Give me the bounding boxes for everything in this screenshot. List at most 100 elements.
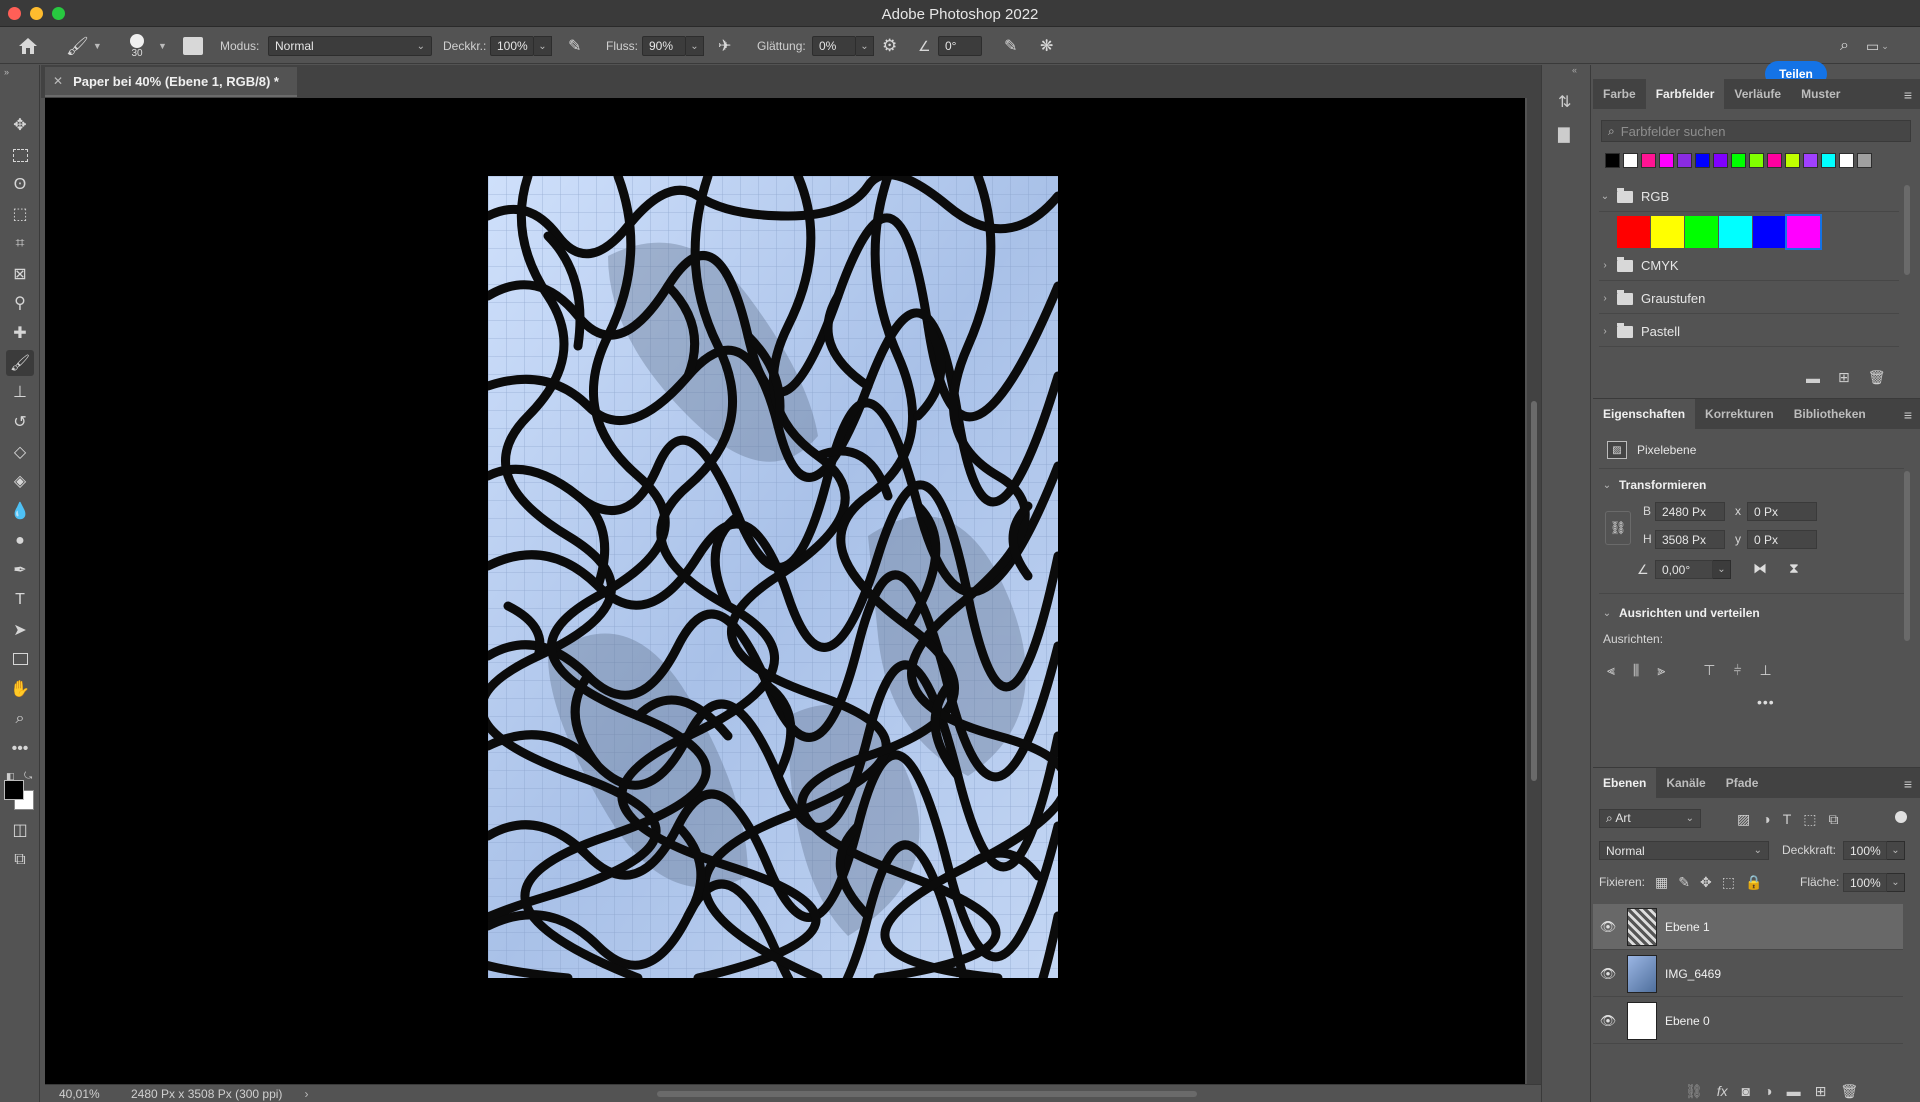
tab-korrekturen[interactable]: Korrekturen: [1695, 399, 1784, 429]
collapse-panels-icon[interactable]: «: [1572, 65, 1577, 75]
flow-input[interactable]: 90%: [642, 36, 686, 56]
marquee-tool-icon[interactable]: [6, 142, 34, 168]
new-swatch-icon[interactable]: ⊞: [1838, 369, 1850, 386]
symmetry-icon[interactable]: ❋: [1040, 36, 1053, 56]
color-swatch[interactable]: [1785, 153, 1800, 168]
comments-icon[interactable]: ▇: [1558, 125, 1570, 143]
tool-preset-picker[interactable]: 🖌 ▼: [66, 28, 102, 64]
align-section-header[interactable]: ⌄ Ausrichten und verteilen: [1601, 603, 1760, 623]
smoothing-dropdown[interactable]: ⌄: [856, 36, 874, 56]
layer-row-ebene-1[interactable]: 👁 Ebene 1: [1593, 904, 1903, 950]
align-center-horizontal-icon[interactable]: ⫼: [1633, 662, 1639, 679]
color-swatch[interactable]: [1623, 153, 1638, 168]
tab-muster[interactable]: Muster: [1791, 79, 1850, 109]
swatches-scrollbar[interactable]: [1904, 185, 1910, 275]
paint-bucket-tool-icon[interactable]: ◈: [6, 468, 34, 494]
rotation-dropdown[interactable]: ⌄: [1713, 560, 1731, 579]
tab-ebenen[interactable]: Ebenen: [1593, 768, 1657, 798]
opacity-dropdown[interactable]: ⌄: [534, 36, 552, 56]
pen-tool-icon[interactable]: ✒: [6, 557, 34, 583]
color-swatch[interactable]: [1677, 153, 1692, 168]
smoothing-input[interactable]: 0%: [812, 36, 856, 56]
more-options-icon[interactable]: •••: [1757, 694, 1775, 710]
filter-adjustment-icon[interactable]: ◑: [1762, 811, 1770, 827]
y-input[interactable]: 0 Px: [1747, 530, 1817, 549]
fill-input[interactable]: 100%: [1843, 873, 1887, 892]
swatch-group-graustufen[interactable]: › Graustufen: [1599, 284, 1899, 314]
lock-pixels-icon[interactable]: ✎: [1678, 874, 1690, 891]
screen-mode-icon[interactable]: ⧉: [6, 847, 34, 873]
filter-smart-object-icon[interactable]: ⧉: [1829, 811, 1839, 828]
add-mask-icon[interactable]: ◙: [1742, 1083, 1750, 1099]
flow-dropdown[interactable]: ⌄: [686, 36, 704, 56]
tab-kanaele[interactable]: Kanäle: [1656, 768, 1715, 798]
hand-tool-icon[interactable]: ✋: [6, 676, 34, 702]
eraser-tool-icon[interactable]: ◇: [6, 439, 34, 465]
swap-colors-icon[interactable]: ⤿: [24, 771, 32, 782]
swatch-group-rgb[interactable]: ⌄ RGB: [1599, 182, 1899, 212]
horizontal-scroll-thumb[interactable]: [657, 1091, 1197, 1097]
swatch-group-pastell[interactable]: › Pastell: [1599, 317, 1899, 347]
rectangle-tool-icon[interactable]: [6, 646, 34, 672]
search-icon[interactable]: ⌕: [1840, 37, 1849, 55]
lock-artboard-icon[interactable]: ⬚: [1722, 874, 1735, 891]
document-tab[interactable]: ✕ Paper bei 40% (Ebene 1, RGB/8) *: [45, 67, 297, 97]
mode-select[interactable]: Normal ⌄: [268, 36, 432, 56]
trash-icon[interactable]: 🗑: [1868, 369, 1886, 386]
canvas-area[interactable]: [45, 98, 1525, 1084]
blend-mode-select[interactable]: Normal ⌄: [1599, 841, 1769, 860]
new-group-folder-icon[interactable]: ▬: [1806, 370, 1820, 386]
path-selection-tool-icon[interactable]: ➤: [6, 617, 34, 643]
flip-horizontal-icon[interactable]: ⧓: [1753, 560, 1767, 577]
expand-toolbar-icon[interactable]: »: [4, 67, 9, 77]
filter-toggle-icon[interactable]: [1895, 811, 1907, 823]
color-swatch[interactable]: [1731, 153, 1746, 168]
color-swatch[interactable]: [1821, 153, 1836, 168]
align-middle-vertical-icon[interactable]: ⫩: [1733, 662, 1741, 679]
healing-brush-tool-icon[interactable]: ✚: [6, 320, 34, 346]
align-bottom-icon[interactable]: ⊥: [1760, 662, 1772, 679]
document-artwork[interactable]: [488, 176, 1058, 978]
fill-dropdown[interactable]: ⌄: [1887, 873, 1905, 892]
height-input[interactable]: 3508 Px: [1655, 530, 1725, 549]
flip-vertical-icon[interactable]: ⧗: [1789, 560, 1799, 577]
align-left-icon[interactable]: ⫷: [1607, 662, 1615, 679]
tab-farbfelder[interactable]: Farbfelder: [1645, 79, 1725, 109]
color-swatch[interactable]: [1713, 153, 1728, 168]
color-swatch[interactable]: [1857, 153, 1872, 168]
history-brush-tool-icon[interactable]: ↺: [6, 409, 34, 435]
brush-tool-icon[interactable]: 🖌: [6, 350, 34, 376]
brush-angle-input[interactable]: 0°: [938, 36, 982, 56]
gear-icon[interactable]: ⚙: [882, 36, 897, 56]
airbrush-icon[interactable]: ✈: [718, 36, 731, 56]
width-input[interactable]: 2480 Px: [1655, 502, 1725, 521]
more-tools-icon[interactable]: •••: [6, 736, 34, 762]
panel-menu-icon[interactable]: ≡: [1904, 407, 1912, 423]
layer-filter-select[interactable]: ⌕ Art ⌄: [1599, 809, 1701, 828]
foreground-color-swatch[interactable]: [4, 780, 24, 800]
rgb-color-swatch[interactable]: [1651, 216, 1684, 248]
lock-position-icon[interactable]: ✥: [1700, 874, 1712, 891]
new-group-folder-icon[interactable]: ▬: [1787, 1083, 1801, 1099]
color-swatch[interactable]: [1749, 153, 1764, 168]
canvas-vertical-scrollbar[interactable]: [1527, 98, 1541, 1084]
x-input[interactable]: 0 Px: [1747, 502, 1817, 521]
swatch-group-cmyk[interactable]: › CMYK: [1599, 251, 1899, 281]
brush-settings-toggle[interactable]: [183, 28, 203, 64]
type-tool-icon[interactable]: T: [6, 587, 34, 613]
rgb-color-swatch[interactable]: [1719, 216, 1752, 248]
clone-stamp-tool-icon[interactable]: ⊥: [6, 379, 34, 405]
rotation-input[interactable]: 0,00°: [1655, 560, 1713, 579]
lasso-tool-icon[interactable]: ʘ: [6, 172, 34, 198]
layer-opacity-dropdown[interactable]: ⌄: [1887, 841, 1905, 860]
close-document-icon[interactable]: ✕: [53, 74, 63, 88]
new-adjustment-layer-icon[interactable]: ◑: [1764, 1083, 1772, 1099]
home-button[interactable]: [18, 28, 38, 64]
workspace-icon[interactable]: ▭: [1866, 38, 1879, 55]
dodge-tool-icon[interactable]: ●: [6, 528, 34, 554]
tab-verlaeufe[interactable]: Verläufe: [1724, 79, 1791, 109]
color-swatch[interactable]: [1695, 153, 1710, 168]
tab-bibliotheken[interactable]: Bibliotheken: [1784, 399, 1876, 429]
brush-size-picker[interactable]: 30: [130, 28, 144, 64]
crop-tool-icon[interactable]: ⌗: [6, 231, 34, 257]
